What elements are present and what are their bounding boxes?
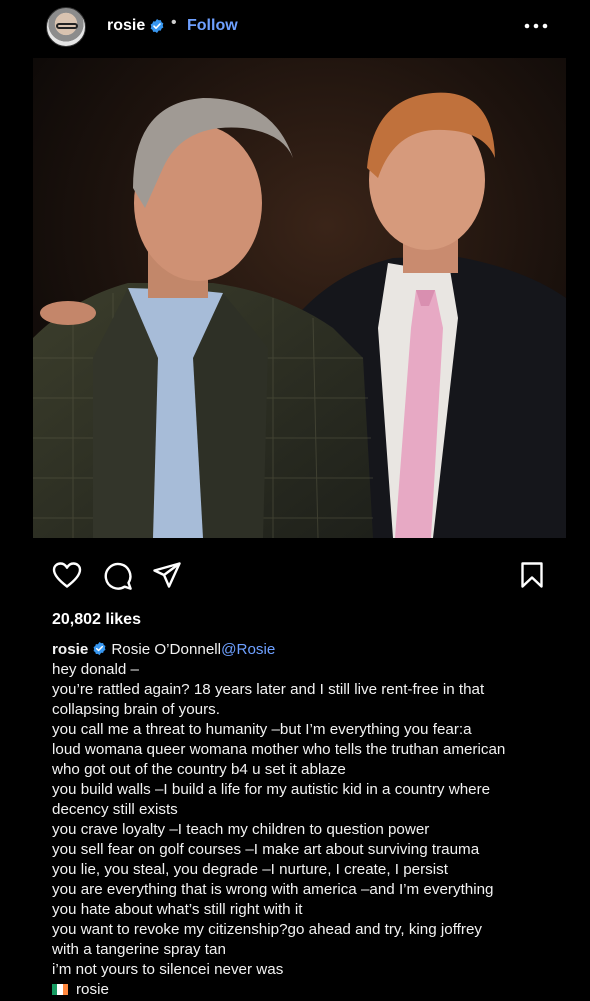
avatar[interactable]: [46, 7, 86, 47]
caption-line: you build walls –I build a life for my a…: [52, 781, 491, 798]
comment-icon[interactable]: [103, 561, 133, 591]
caption-line: hey donald –: [52, 661, 139, 678]
caption-line: you call me a threat to humanity –but I’…: [52, 721, 472, 738]
verified-badge-icon: [93, 641, 106, 656]
heart-icon[interactable]: [52, 561, 82, 589]
caption-line: you crave loyalty –I teach my children t…: [52, 821, 430, 838]
follow-button[interactable]: Follow: [187, 17, 238, 35]
caption-display-name: Rosie O’Donnell: [111, 641, 222, 658]
caption-line: you sell fear on golf courses –I make ar…: [52, 841, 480, 858]
caption-line: decency still exists: [52, 801, 178, 818]
caption-line: with a tangerine spray tan: [52, 941, 226, 958]
post-photo[interactable]: [33, 58, 566, 538]
caption-line: you lie, you steal, you degrade –I nurtu…: [52, 861, 448, 878]
username[interactable]: rosie: [107, 17, 145, 35]
post-photo-illustration: [33, 58, 566, 538]
separator-dot: •: [171, 14, 177, 31]
verified-badge-icon: [150, 19, 164, 33]
caption-line: you want to revoke my citizenship?go ahe…: [52, 921, 482, 938]
caption-line: i’m not yours to silencei never was: [52, 961, 284, 978]
caption-line: loud womana queer womana mother who tell…: [52, 741, 506, 758]
caption-line: you are everything that is wrong with am…: [52, 881, 494, 898]
more-options-icon[interactable]: [522, 16, 550, 36]
send-icon[interactable]: [152, 561, 182, 589]
caption-signoff: rosie: [76, 981, 109, 998]
caption-username[interactable]: rosie: [52, 641, 88, 658]
caption-signoff-line: rosie: [52, 980, 572, 1000]
bookmark-icon[interactable]: [520, 561, 544, 589]
likes-count[interactable]: 20,802 likes: [52, 611, 141, 629]
caption-header: rosie Rosie O’Donnell@Rosie: [52, 640, 572, 660]
caption-body: hey donald – you’re rattled again? 18 yea…: [52, 660, 572, 980]
caption-line: you hate about what’s still right with i…: [52, 901, 303, 918]
post-header: rosie • Follow: [0, 0, 590, 56]
caption-line: who got out of the country b4 u set it a…: [52, 761, 346, 778]
caption-mention-link[interactable]: @Rosie: [221, 641, 275, 658]
caption: rosie Rosie O’Donnell@Rosie hey donald –…: [52, 640, 572, 1000]
caption-line: you’re rattled again? 18 years later and…: [52, 681, 485, 698]
caption-line: collapsing brain of yours.: [52, 701, 220, 718]
ireland-flag-icon: [52, 981, 68, 995]
